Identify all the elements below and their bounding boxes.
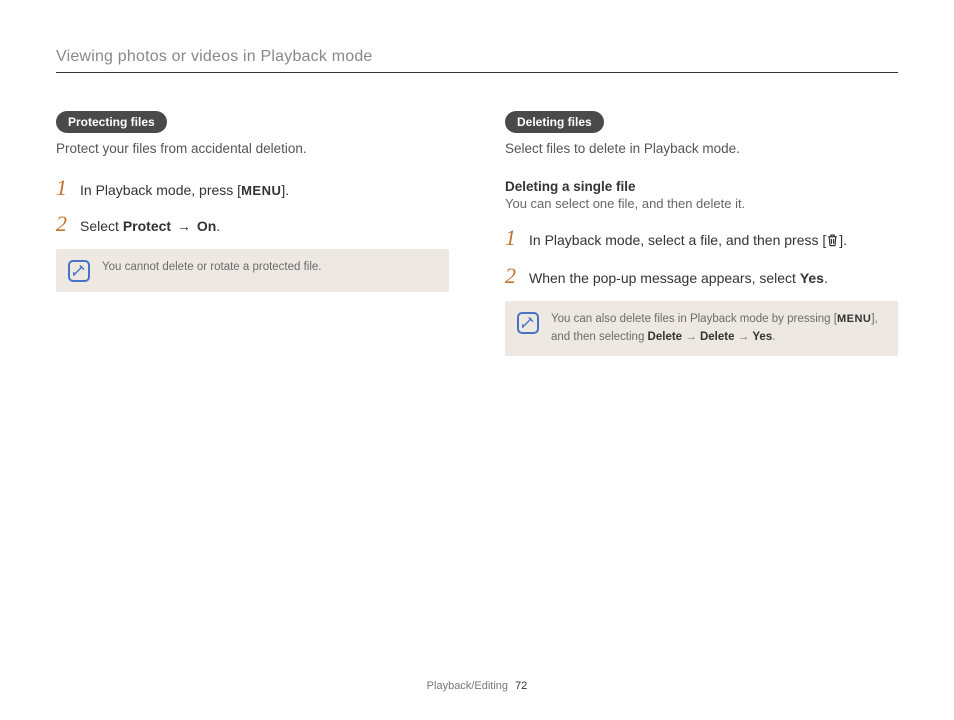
trash-icon xyxy=(826,232,839,253)
text: When the pop-up message appears, select xyxy=(529,270,800,286)
step-text: In Playback mode, select a file, and the… xyxy=(529,230,847,253)
text: . xyxy=(216,218,220,234)
note-box: You cannot delete or rotate a protected … xyxy=(56,249,449,292)
bold-protect: Protect xyxy=(123,218,171,234)
section-desc: Protect your files from accidental delet… xyxy=(56,139,449,159)
arrow: → xyxy=(682,331,700,343)
text: In Playback mode, select a file, and the… xyxy=(529,232,826,248)
left-column: Protecting files Protect your files from… xyxy=(56,111,449,356)
text: In Playback mode, press [ xyxy=(80,182,241,198)
text: ]. xyxy=(839,232,847,248)
bold-delete: Delete xyxy=(648,331,683,343)
step-number: 1 xyxy=(505,227,521,249)
step-number: 2 xyxy=(505,265,521,287)
step-text: In Playback mode, press [MENU]. xyxy=(80,180,289,201)
step-number: 2 xyxy=(56,213,72,235)
page-footer: Playback/Editing 72 xyxy=(0,680,954,692)
subdesc: You can select one file, and then delete… xyxy=(505,196,898,211)
note-text: You can also delete files in Playback mo… xyxy=(551,311,884,346)
section-desc: Select files to delete in Playback mode. xyxy=(505,139,898,159)
step-1: 1 In Playback mode, press [MENU]. xyxy=(56,177,449,201)
text: You can also delete files in Playback mo… xyxy=(551,313,837,325)
subheading: Deleting a single file xyxy=(505,179,898,194)
note-icon xyxy=(68,260,90,282)
bold-yes: Yes xyxy=(800,270,824,286)
bold-on: On xyxy=(197,218,216,234)
step-1: 1 In Playback mode, select a file, and t… xyxy=(505,227,898,253)
text: Select xyxy=(80,218,123,234)
text: . xyxy=(824,270,828,286)
step-text: Select Protect → On. xyxy=(80,216,220,237)
content-columns: Protecting files Protect your files from… xyxy=(56,111,898,356)
step-number: 1 xyxy=(56,177,72,199)
note-icon xyxy=(517,312,539,334)
menu-label: MENU xyxy=(241,183,281,198)
page-number: 72 xyxy=(515,680,527,692)
page-header: Viewing photos or videos in Playback mod… xyxy=(56,48,898,73)
text: . xyxy=(772,331,775,343)
arrow: → xyxy=(735,331,753,343)
step-text: When the pop-up message appears, select … xyxy=(529,268,828,289)
step-2: 2 When the pop-up message appears, selec… xyxy=(505,265,898,289)
menu-label: MENU xyxy=(837,313,871,325)
arrow: → xyxy=(171,218,197,234)
bold-delete: Delete xyxy=(700,331,735,343)
right-column: Deleting files Select files to delete in… xyxy=(505,111,898,356)
bold-yes: Yes xyxy=(752,331,772,343)
manual-page: Viewing photos or videos in Playback mod… xyxy=(0,0,954,720)
note-box: You can also delete files in Playback mo… xyxy=(505,301,898,356)
section-pill-deleting: Deleting files xyxy=(505,111,604,133)
footer-section: Playback/Editing xyxy=(427,680,508,692)
step-2: 2 Select Protect → On. xyxy=(56,213,449,237)
note-text: You cannot delete or rotate a protected … xyxy=(102,259,322,276)
section-pill-protecting: Protecting files xyxy=(56,111,167,133)
text: ]. xyxy=(281,182,289,198)
